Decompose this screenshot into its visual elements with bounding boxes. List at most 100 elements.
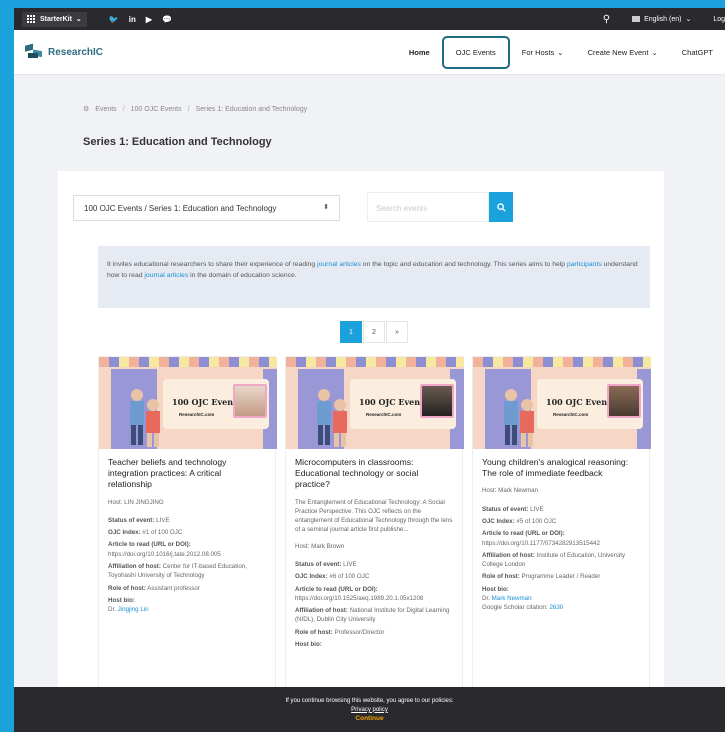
status-value: LIVE [156,516,170,524]
affiliation-label: Affiliation of host: [108,563,161,570]
nav-chatgpt[interactable]: ChatGPT [670,48,725,57]
bio-label: Host bio: [295,641,322,649]
login-link[interactable]: Log [713,16,725,23]
breadcrumb-separator: / [122,105,125,113]
role-label: Role of host: [482,573,520,581]
participants-link[interactable]: participants [567,261,602,268]
event-host: Host: Mark Newman [482,487,539,495]
event-title[interactable]: Teacher beliefs and technology integrati… [108,457,266,491]
language-label: English (en) [644,15,682,23]
index-label: OJC Index: [108,529,141,537]
pagination: 1 2 » [340,321,409,343]
status-value: LIVE [343,561,357,568]
flag-icon [632,16,641,22]
breadcrumb-100-ojc[interactable]: 100 OJC Events [131,106,182,113]
desc-text: on the topic and education and technolog… [360,261,567,268]
page-next[interactable]: » [386,321,408,343]
journal-articles-link[interactable]: journal articles [317,261,361,268]
nav-create-event[interactable]: Create New Event ⌄ [576,48,670,57]
chevron-down-icon: ⌄ [557,48,564,57]
bio-prefix: Dr. [482,595,490,603]
search-button[interactable] [489,192,513,222]
poster-title: 100 OJC Events [546,397,616,407]
nav-home[interactable]: Home [397,48,442,57]
role-value: Professor/Director [334,628,385,636]
bio-prefix: Dr. [108,606,116,614]
chevron-down-icon: ⌄ [651,48,658,57]
linkedin-icon[interactable]: in [129,15,136,24]
scholar-label: Google Scholar citation: [482,604,548,612]
site-logo[interactable]: ResearchIC [24,43,103,61]
youtube-icon[interactable]: ▶ [146,15,152,24]
event-host: Host: LIN JINGJING [108,498,164,506]
cookie-banner: If you continue browsing this website, y… [14,687,725,732]
role-value: Programme Leader / Reader [521,573,601,581]
nav-chatgpt-label: ChatGPT [681,48,713,57]
host-bio-link[interactable]: Mark Newman [492,595,532,602]
breadcrumb-current: Series 1: Education and Technology [195,105,308,113]
starterkit-dropdown[interactable]: StarterKit ⌄ [22,11,87,27]
bio-label: Host bio: [108,596,135,604]
wechat-icon[interactable]: 💬 [162,15,172,24]
index-value: #5 of 100 OJC [516,517,557,525]
event-card[interactable]: 100 OJC Events ResearchIC.com Young chil… [472,356,651,716]
article-label: Article to read (URL or DOI): [108,541,191,549]
nav-ojc-events[interactable]: OJC Events [441,36,510,69]
nav-menu: Home OJC Events For Hosts ⌄ Create New Ev… [397,30,725,75]
twitter-icon[interactable]: 🐦 [109,15,119,24]
index-value: #1 of 100 OJC [142,529,183,537]
starterkit-label: StarterKit [40,15,72,23]
journal-articles-link[interactable]: journal articles [144,272,188,279]
event-thumbnail: 100 OJC Events ResearchIC.com [473,357,651,449]
affiliation-label: Affiliation of host: [295,607,348,615]
event-card[interactable]: 100 OJC Events ResearchIC.com Teacher be… [98,356,277,716]
search-icon[interactable]: ⚲ [603,14,610,25]
breadcrumb-events[interactable]: Events [95,106,116,113]
role-label: Role of host: [108,584,146,592]
article-value: https://doi.org/10.1177/0734282913515442 [482,539,600,547]
chevron-down-icon: ⌄ [75,16,82,23]
article-label: Article to read (URL or DOI): [482,530,565,538]
event-thumbnail: 100 OJC Events ResearchIC.com [99,357,277,449]
main-navbar: ResearchIC Home OJC Events For Hosts ⌄ Cr… [14,30,725,75]
nav-for-hosts[interactable]: For Hosts ⌄ [510,48,576,57]
page-1[interactable]: 1 [340,321,362,343]
event-description: The Entanglement of Educational Technolo… [295,498,453,534]
continue-button[interactable]: Continue [14,714,725,723]
event-title[interactable]: Young children's analogical reasoning: T… [482,457,640,479]
event-thumbnail: 100 OJC Events ResearchIC.com [286,357,464,449]
status-label: Status of event: [482,505,529,513]
desc-text: in the domain of education science. [188,271,297,279]
host-bio-link[interactable]: Jingjing Lin [118,606,149,613]
affiliation-label: Affiliation of host: [482,551,535,559]
nav-home-label: Home [408,48,430,57]
nav-ojc-events-label: OJC Events [455,48,496,57]
desc-text: It invites educational researchers to sh… [107,261,318,268]
role-value: Assistant professor [147,584,200,592]
category-select[interactable]: 100 OJC Events / Series 1: Education and… [73,195,340,221]
poster-title: 100 OJC Events [172,397,242,407]
dashboard-icon: ⚙ [83,106,90,113]
index-label: OJC Index: [295,573,328,581]
host-photo [607,384,641,418]
nav-for-hosts-label: For Hosts [521,48,555,57]
category-select-value: 100 OJC Events / Series 1: Education and… [84,204,277,213]
poster-subtitle: ResearchIC.com [179,412,215,417]
scholar-citation-link[interactable]: 2630 [549,604,563,611]
social-links: 🐦 in ▶ 💬 [109,15,172,24]
page-2[interactable]: 2 [363,321,385,343]
top-bar: StarterKit ⌄ 🐦 in ▶ 💬 ⚲ English (en) ⌄ L… [14,8,725,30]
event-card[interactable]: 100 OJC Events ResearchIC.com Microcompu… [285,356,464,716]
search-input[interactable]: Search events [367,192,489,222]
event-title[interactable]: Microcomputers in classrooms: Educationa… [295,457,453,491]
event-host: Host: Mark Brown [295,542,345,550]
article-value: https://doi.org/10.1525/aeq.1989.20.1.05… [295,594,424,602]
poster-subtitle: ResearchIC.com [366,412,402,417]
privacy-policy-link[interactable]: Privacy policy [14,706,725,715]
browser-viewport: StarterKit ⌄ 🐦 in ▶ 💬 ⚲ English (en) ⌄ L… [14,8,725,732]
bio-label: Host bio: [482,585,509,593]
chevron-down-icon: ⌄ [685,16,692,23]
breadcrumb-separator: / [187,105,190,113]
select-arrows-icon: ⬍ [323,204,329,211]
language-selector[interactable]: English (en) ⌄ [632,15,691,23]
